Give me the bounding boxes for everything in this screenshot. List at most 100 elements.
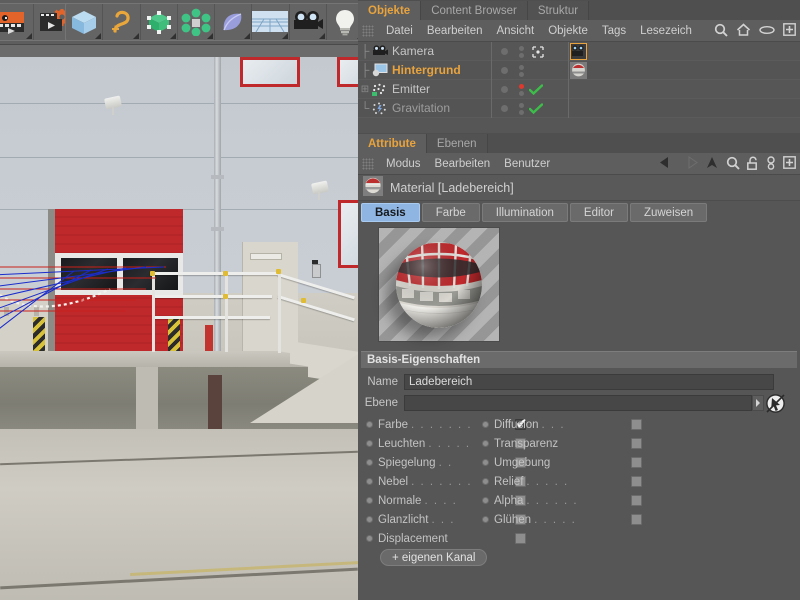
object-thumbnail[interactable] (570, 43, 587, 60)
object-row-hintergrund[interactable]: ├ Hintergrund (358, 61, 800, 80)
channel-checkbox[interactable] (631, 438, 642, 449)
channel-color-dot[interactable] (482, 459, 489, 466)
object-visibility-columns[interactable] (491, 42, 569, 61)
render-visibility-dots[interactable] (519, 102, 524, 115)
render-dot-top[interactable] (519, 83, 524, 89)
render-visibility-dots[interactable] (519, 83, 524, 96)
forward-arrow-icon[interactable] (682, 156, 698, 172)
render-dot-bottom[interactable] (519, 71, 524, 77)
back-arrow-icon[interactable] (659, 156, 675, 172)
channel-displacement[interactable]: Displacement (366, 529, 526, 548)
object-row-gravitation[interactable]: └ Gravitation (358, 99, 800, 118)
render-dot-top[interactable] (519, 45, 524, 51)
channel-relief[interactable]: Relief . . . . . (482, 472, 642, 491)
channel-diffusion[interactable]: Diffusion . . . (482, 415, 642, 434)
material-preview[interactable] (378, 227, 500, 342)
channel-color-dot[interactable] (366, 421, 373, 428)
menu-bearbeiten[interactable]: Bearbeiten (420, 20, 490, 42)
primitive-cube-button[interactable] (66, 4, 104, 40)
channel-color-dot[interactable] (366, 497, 373, 504)
nurbs-button[interactable] (141, 4, 178, 40)
pick-cursor-icon[interactable] (766, 393, 785, 413)
menu-tags[interactable]: Tags (595, 20, 633, 42)
menu-objekte[interactable]: Objekte (541, 20, 595, 42)
render-dot-bottom[interactable] (519, 52, 524, 58)
tab-ebenen[interactable]: Ebenen (426, 134, 488, 153)
search-icon[interactable] (726, 156, 740, 173)
panel-grip-icon[interactable] (362, 24, 374, 37)
editor-visibility-dot[interactable] (501, 48, 508, 55)
up-arrow-icon[interactable] (705, 156, 719, 173)
unlock-icon[interactable] (747, 156, 759, 173)
viewport-panel[interactable] (0, 45, 358, 600)
home-icon[interactable] (736, 23, 751, 39)
spline-button[interactable] (103, 4, 141, 40)
material-tag-thumbnail[interactable] (570, 62, 587, 79)
render-dot-top[interactable] (519, 64, 524, 70)
menu-ansicht[interactable]: Ansicht (489, 20, 541, 42)
channel-color-dot[interactable] (482, 421, 489, 428)
channel-alpha[interactable]: Alpha . . . . . . (482, 491, 642, 510)
menu-benutzer[interactable]: Benutzer (497, 153, 557, 175)
object-visibility-columns[interactable] (491, 61, 569, 80)
channel-checkbox[interactable] (515, 533, 526, 544)
object-row-emitter[interactable]: ⊞ Emitter (358, 80, 800, 99)
deformer-button[interactable] (215, 4, 253, 40)
channel-color-dot[interactable] (482, 440, 489, 447)
channel-checkbox[interactable] (631, 514, 642, 525)
editor-visibility-dot[interactable] (501, 86, 508, 93)
ptab-basis[interactable]: Basis (361, 203, 420, 222)
channel-checkbox[interactable] (631, 457, 642, 468)
channel-transparenz[interactable]: Transparenz (482, 434, 642, 453)
render-view-button[interactable] (0, 4, 34, 40)
plus-box-icon[interactable] (783, 156, 796, 172)
green-check-icon[interactable] (529, 102, 543, 115)
tab-objekte[interactable]: Objekte (358, 1, 422, 20)
expand-toggle-icon[interactable]: ⊞ (358, 84, 372, 95)
tab-struktur[interactable]: Struktur (527, 1, 590, 20)
menu-datei[interactable]: Datei (379, 20, 420, 42)
ptab-farbe[interactable]: Farbe (421, 203, 480, 222)
search-icon[interactable] (714, 23, 728, 40)
eye-icon[interactable] (759, 24, 775, 38)
tab-content-browser[interactable]: Content Browser (421, 1, 528, 20)
editor-visibility-dot[interactable] (501, 67, 508, 74)
link-icon[interactable] (766, 155, 776, 173)
object-tree[interactable]: ├ Kamera ├ Hintergrund ⊞ Emitter └ Gravi… (358, 42, 800, 133)
object-visibility-columns[interactable] (491, 80, 569, 99)
scene-floor-button[interactable] (252, 4, 290, 40)
channel-color-dot[interactable] (366, 459, 373, 466)
channel-checkbox[interactable] (631, 495, 642, 506)
render-visibility-dots[interactable] (519, 45, 524, 58)
channel-color-dot[interactable] (482, 516, 489, 523)
editor-visibility-dot[interactable] (501, 105, 508, 112)
channel-color-dot[interactable] (482, 478, 489, 485)
menu-modus[interactable]: Modus (379, 153, 428, 175)
channel-color-dot[interactable] (366, 535, 373, 542)
channel-gluehen[interactable]: Glühen . . . . . (482, 510, 642, 529)
channel-color-dot[interactable] (366, 478, 373, 485)
ptab-illumination[interactable]: Illumination (481, 203, 568, 222)
target-tag-icon[interactable] (532, 45, 544, 58)
channel-color-dot[interactable] (482, 497, 489, 504)
tab-attribute[interactable]: Attribute (358, 134, 427, 153)
camera-button[interactable] (290, 4, 327, 40)
channel-checkbox[interactable] (631, 476, 642, 487)
panel-grip-icon[interactable] (362, 157, 374, 170)
menu-bearbeiten[interactable]: Bearbeiten (428, 153, 498, 175)
ptab-zuweisen[interactable]: Zuweisen (629, 203, 708, 222)
channel-color-dot[interactable] (366, 516, 373, 523)
render-dot-top[interactable] (519, 102, 524, 108)
chevron-right-icon[interactable] (752, 395, 764, 411)
channel-color-dot[interactable] (366, 440, 373, 447)
ebene-input[interactable] (404, 395, 752, 411)
array-button[interactable] (178, 4, 216, 40)
render-dot-bottom[interactable] (519, 90, 524, 96)
channel-umgebung[interactable]: Umgebung (482, 453, 642, 472)
plus-box-icon[interactable] (783, 23, 796, 39)
add-custom-channel-button[interactable]: + eigenen Kanal (380, 549, 488, 566)
render-visibility-dots[interactable] (519, 64, 524, 77)
name-input[interactable]: Ladebereich (404, 374, 774, 390)
render-dot-bottom[interactable] (519, 109, 524, 115)
object-visibility-columns[interactable] (491, 99, 569, 118)
